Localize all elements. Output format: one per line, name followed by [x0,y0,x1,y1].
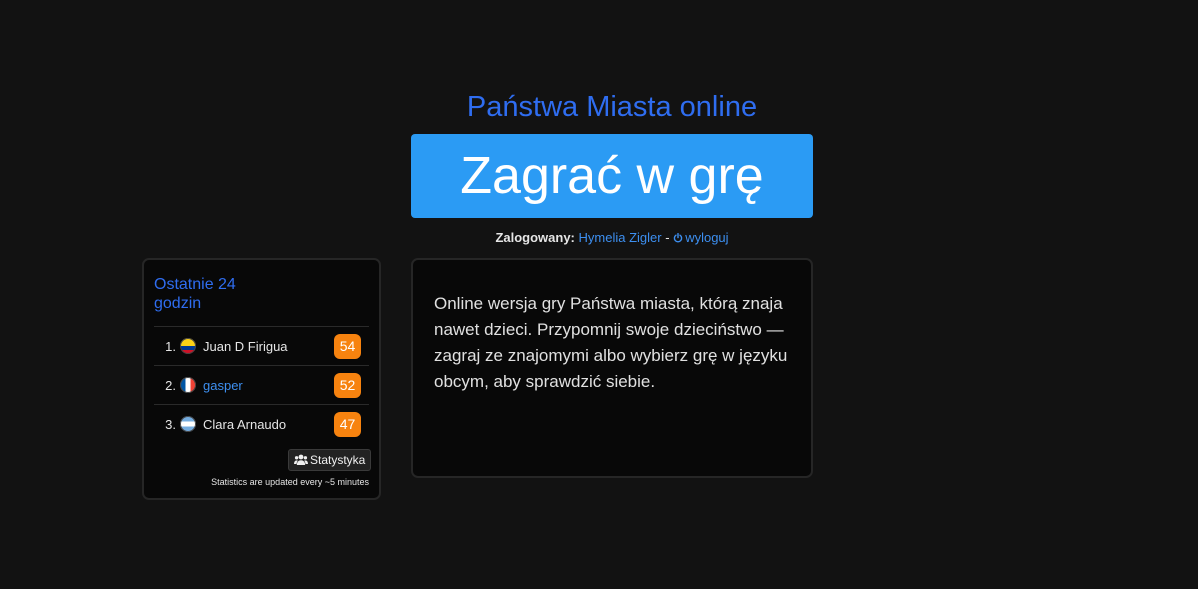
list-item: 1. Juan D Firigua 54 [154,326,369,365]
statistics-button[interactable]: Statystyka [288,449,372,471]
stats-panel: Ostatnie 24 godzin 1. Juan D Firigua 54 … [142,258,381,500]
player-name: Juan D Firigua [203,338,288,354]
score-badge: 52 [334,372,361,398]
login-status: Zalogowany: Hymelia Zigler - wyloguj [411,229,813,247]
list-item: 2. gasper 52 [154,365,369,404]
game-description: Online wersja gry Państwa miasta, którą … [434,294,788,391]
rank-number: 1. [165,338,176,354]
login-label: Zalogowany: [495,230,575,245]
users-icon [294,454,308,465]
rank-number: 3. [165,416,176,432]
page-title: Państwa Miasta online [466,91,758,123]
player-name-cell: gasper [203,378,334,393]
play-game-button[interactable]: Zagrać w grę [411,134,813,218]
stats-update-note: Statistics are updated every ~5 minutes [211,477,369,487]
stats-title: Ostatnie 24 godzin [154,276,236,312]
player-profile-link[interactable]: gasper [203,378,243,393]
score-badge: 54 [334,333,361,359]
page: Państwa Miasta online Zagrać w grę Zalog… [0,0,1198,589]
score-badge: 47 [334,411,361,437]
france-flag-icon [180,377,196,393]
player-name: Clara Arnaudo [203,416,287,432]
power-icon [673,233,683,243]
logout-link[interactable]: wyloguj [673,230,729,245]
login-separator: - [665,230,670,245]
argentina-flag-icon [180,416,196,432]
ranking-list: 1. Juan D Firigua 54 2. gasper 52 3. Cla… [154,326,369,443]
rank-number: 2. [165,377,176,393]
description-panel: Online wersja gry Państwa miasta, którą … [411,258,813,478]
logout-label: wyloguj [685,230,729,245]
username-link[interactable]: Hymelia Zigler [579,230,662,245]
list-item: 3. Clara Arnaudo 47 [154,404,369,443]
statistics-button-label: Statystyka [310,453,366,467]
colombia-flag-icon [180,338,196,354]
